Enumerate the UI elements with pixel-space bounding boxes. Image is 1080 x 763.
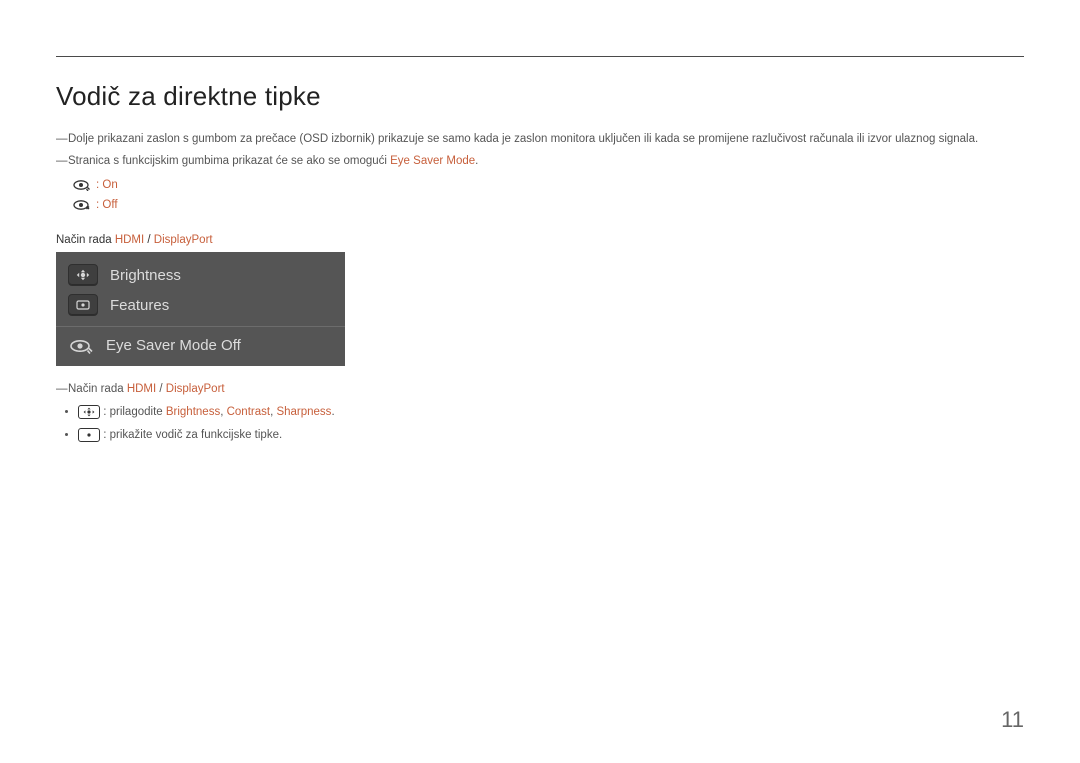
note-2-prefix: Stranica s funkcijskim gumbima prikazat … <box>68 155 390 167</box>
enter-key-icon <box>78 428 100 442</box>
post-mode-note: ―Način rada HDMI / DisplayPort <box>56 380 1024 398</box>
osd-joystick-icon <box>68 264 98 286</box>
mode-line: Način rada HDMI / DisplayPort <box>56 234 1024 246</box>
osd-enter-icon <box>68 294 98 316</box>
bullet1-brightness: Brightness <box>166 406 220 418</box>
post-note-sep: / <box>156 383 166 395</box>
bullet1-prefix: : prilagodite <box>103 406 166 418</box>
note-1: ―Dolje prikazani zaslon s gumbom za preč… <box>56 130 1024 148</box>
mode-label: Način rada <box>56 234 115 246</box>
note-2-suffix: . <box>475 155 478 167</box>
note-2: ―Stranica s funkcijskim gumbima prikazat… <box>56 152 1024 170</box>
eye-on-icon <box>72 175 90 196</box>
osd-panel: Brightness Features <box>56 252 345 366</box>
note-1-text: Dolje prikazani zaslon s gumbom za preča… <box>68 133 978 145</box>
list-item: : prilagodite Brightness, Contrast, Shar… <box>78 403 1024 423</box>
bullet1-sharpness: Sharpness <box>276 406 331 418</box>
bullet2-text: : prikažite vodič za funkcijske tipke. <box>103 429 282 441</box>
eye-off-label: : Off <box>96 195 118 216</box>
eye-on-label: : On <box>96 175 118 196</box>
top-rule <box>56 56 1024 57</box>
list-item: : prikažite vodič za funkcijske tipke. <box>78 426 1024 446</box>
eye-on-row: : On <box>72 175 1024 196</box>
post-note-dp: DisplayPort <box>166 383 225 395</box>
osd-eyesaver-row: Eye Saver Mode Off <box>56 327 345 366</box>
key-guide-list: : prilagodite Brightness, Contrast, Shar… <box>56 403 1024 446</box>
mode-sep: / <box>144 234 154 246</box>
mode-hdmi: HDMI <box>115 234 144 246</box>
note-2-highlight: Eye Saver Mode <box>390 155 475 167</box>
post-note-hdmi: HDMI <box>127 383 156 395</box>
osd-features-label: Features <box>110 297 169 314</box>
post-note-prefix: Način rada <box>68 383 127 395</box>
joystick-key-icon <box>78 405 100 419</box>
osd-eyesaver-label: Eye Saver Mode Off <box>106 337 241 354</box>
bullet1-end: . <box>331 406 334 418</box>
eye-off-icon <box>72 195 90 216</box>
osd-eye-icon <box>68 337 94 354</box>
osd-brightness-label: Brightness <box>110 267 181 284</box>
page-title: Vodič za direktne tipke <box>56 81 1024 112</box>
osd-features-row: Features <box>68 290 333 320</box>
mode-dp: DisplayPort <box>154 234 213 246</box>
osd-brightness-row: Brightness <box>68 260 333 290</box>
bullet1-contrast: Contrast <box>227 406 270 418</box>
eye-saver-states: : On : Off <box>72 175 1024 216</box>
eye-off-row: : Off <box>72 195 1024 216</box>
page-number: 11 <box>1001 707 1024 733</box>
